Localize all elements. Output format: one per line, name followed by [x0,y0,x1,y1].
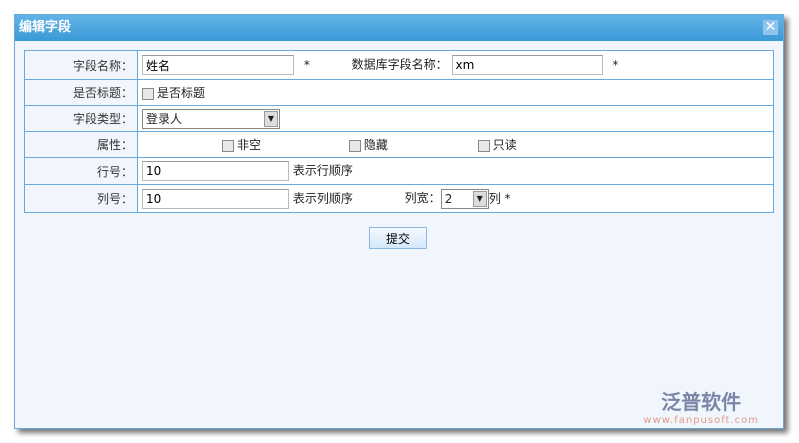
db-field-name-input[interactable] [451,55,603,75]
field-type-value: 登录人 [146,111,183,126]
is-title-checkbox-label: 是否标题 [157,86,206,100]
edit-field-dialog: 编辑字段 ✕ 字段名称： * 数据库字段名称： * 是否标题： 是否标题 字段类… [14,14,784,429]
dialog-title: 编辑字段 [19,20,72,35]
hidden-label: 隐藏 [363,138,388,152]
field-type-select[interactable]: 登录人 ▼ [142,108,280,129]
hidden-checkbox[interactable] [348,139,361,152]
field-name-label: 字段名称： [24,50,138,80]
is-title-label: 是否标题： [24,79,138,106]
is-title-checkbox[interactable] [142,87,154,100]
field-type-label: 字段类型： [24,105,138,132]
not-null-label: 非空 [237,138,262,152]
field-form: 字段名称： * 数据库字段名称： * 是否标题： 是否标题 字段类型： 登录人 ▼… [24,50,774,213]
chevron-down-icon: ▼ [472,190,487,207]
required-mark: * [504,191,511,205]
field-name-input[interactable] [142,55,294,75]
column-number-input[interactable] [142,188,289,209]
row-hint: 表示行顺序 [292,163,353,178]
attributes-label: 属性： [24,131,138,158]
fanpu-logo: 泛普软件 www.fanpusoft.com [643,386,759,426]
row-number-label: 行号： [24,157,138,185]
chevron-down-icon: ▼ [264,110,278,127]
dialog-title-bar: 编辑字段 ✕ [15,15,783,41]
column-number-label: 列号： [24,184,138,213]
logo-url: www.fanpusoft.com [643,415,759,426]
readonly-checkbox[interactable] [477,139,490,152]
submit-button[interactable]: 提交 [369,227,427,249]
column-width-select[interactable]: 2 ▼ [440,188,489,209]
logo-name: 泛普软件 [661,390,742,414]
close-icon[interactable]: ✕ [763,20,778,35]
column-hint: 表示列顺序 [292,191,353,205]
required-mark: * [612,57,619,72]
row-number-input[interactable] [142,161,289,181]
column-width-unit: 列 [488,191,501,205]
not-null-checkbox[interactable] [222,139,234,152]
column-width-label: 列宽： [404,191,441,205]
readonly-label: 只读 [492,138,517,152]
db-field-name-label: 数据库字段名称： [351,57,448,72]
required-mark: * [303,57,310,72]
column-width-value: 2 [444,191,453,206]
